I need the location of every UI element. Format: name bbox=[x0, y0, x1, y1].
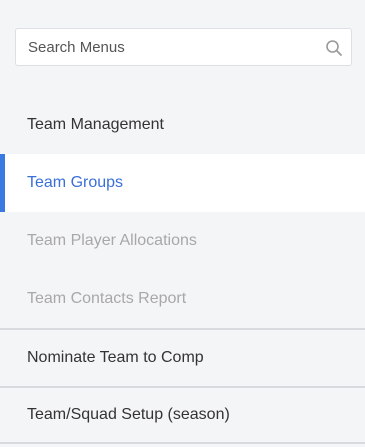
menu-item-team-contacts-report[interactable]: Team Contacts Report bbox=[0, 270, 365, 328]
search-box[interactable] bbox=[15, 28, 352, 66]
menu-item-label: Team Player Allocations bbox=[27, 232, 197, 249]
menu-item-team-management[interactable]: Team Management bbox=[0, 96, 365, 154]
side-menu: Team Management Team Groups Team Player … bbox=[0, 96, 365, 444]
active-indicator bbox=[0, 154, 5, 212]
search-input[interactable] bbox=[16, 29, 351, 65]
menu-item-nominate-team-to-comp[interactable]: Nominate Team to Comp bbox=[0, 328, 365, 386]
menu-item-label: Team/Squad Setup (season) bbox=[27, 406, 230, 423]
search-icon[interactable] bbox=[325, 39, 343, 57]
menu-item-label: Team Groups bbox=[27, 174, 124, 191]
menu-item-label: Team Contacts Report bbox=[27, 290, 187, 307]
menu-item-team-groups[interactable]: Team Groups bbox=[0, 154, 365, 212]
menu-item-label: Nominate Team to Comp bbox=[27, 349, 204, 366]
menu-item-team-player-allocations[interactable]: Team Player Allocations bbox=[0, 212, 365, 270]
menu-item-label: Team Management bbox=[27, 116, 164, 133]
menu-item-team-squad-setup[interactable]: Team/Squad Setup (season) bbox=[0, 386, 365, 444]
